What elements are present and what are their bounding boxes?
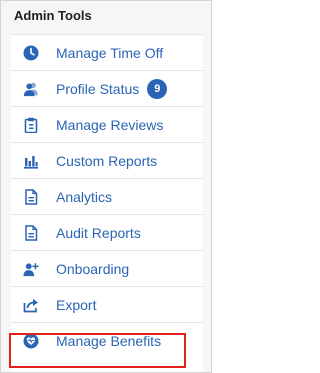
export-icon [23,297,39,313]
menu-item-manage-benefits[interactable]: Manage Benefits [11,323,203,359]
bar-chart-icon [23,153,39,169]
people-icon [23,81,39,97]
clipboard-icon [23,117,39,133]
notification-count-badge: 9 [147,78,168,99]
menu-item-label: Export [56,296,97,313]
menu-item-label: Analytics [56,188,113,205]
document-icon [23,224,39,241]
menu-item-analytics[interactable]: Analytics [11,179,203,215]
menu-item-label: Profile Status [56,80,140,97]
menu-item-export[interactable]: Export [11,287,203,323]
menu-item-label: Manage Time Off [56,44,164,61]
document-icon [23,188,39,205]
add-user-icon [23,261,39,277]
menu-item-label: Custom Reports [56,152,158,169]
admin-tools-menu: Manage Time Off Profile Status 9 Manage … [11,34,203,372]
menu-item-manage-reviews[interactable]: Manage Reviews [11,107,203,143]
admin-tools-panel: Admin Tools Manage Time Off Profile Stat… [0,0,212,373]
menu-item-label: Manage Reviews [56,116,164,133]
panel-title: Admin Tools [14,8,92,23]
menu-item-onboarding[interactable]: Onboarding [11,251,203,287]
menu-item-profile-status[interactable]: Profile Status 9 [11,71,203,107]
menu-item-label: Audit Reports [56,224,141,241]
menu-item-manage-time-off[interactable]: Manage Time Off [11,35,203,71]
menu-item-label: Onboarding [56,260,130,277]
menu-item-label: Manage Benefits [56,333,162,349]
menu-item-custom-reports[interactable]: Custom Reports [11,143,203,179]
menu-item-audit-reports[interactable]: Audit Reports [11,215,203,251]
heart-badge-icon [23,333,39,349]
clock-icon [23,45,39,61]
